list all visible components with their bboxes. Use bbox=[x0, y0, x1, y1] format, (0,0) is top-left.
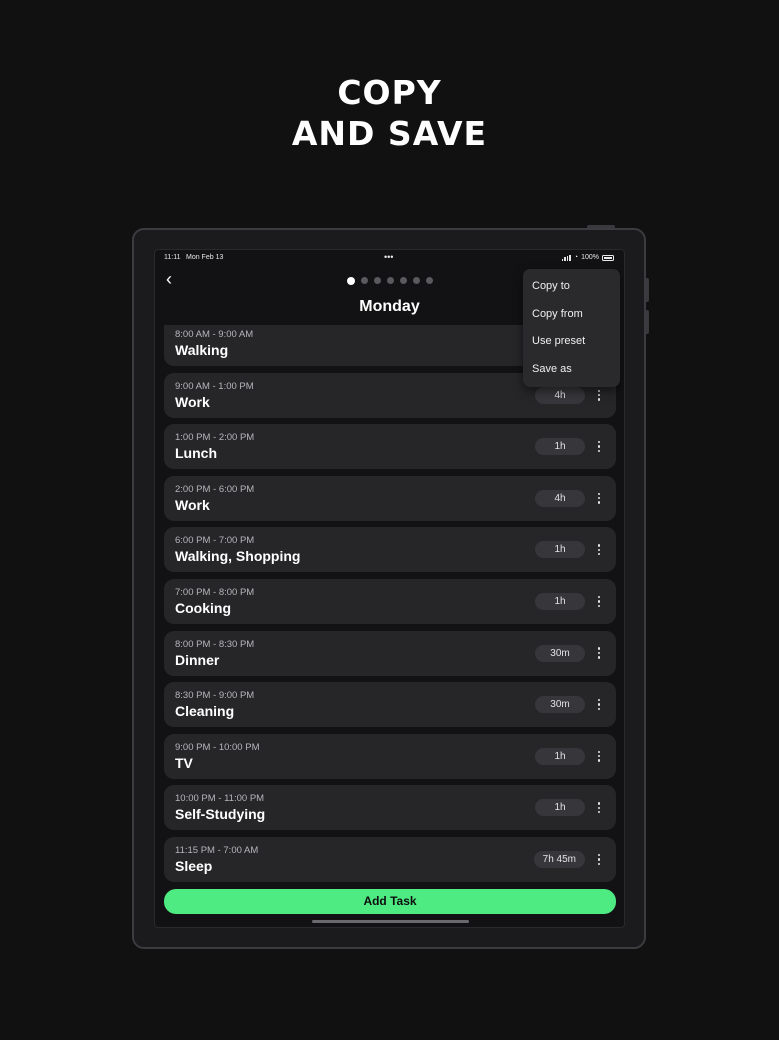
task-name: Sleep bbox=[175, 857, 213, 874]
more-options-icon[interactable] bbox=[596, 851, 602, 868]
task-time: 8:00 PM - 8:30 PM bbox=[175, 638, 255, 650]
more-options-icon[interactable] bbox=[596, 541, 602, 558]
more-options-icon[interactable] bbox=[596, 490, 602, 507]
task-name: Dinner bbox=[175, 651, 220, 668]
more-options-icon[interactable] bbox=[596, 748, 602, 765]
status-date: Mon Feb 13 bbox=[186, 254, 224, 261]
task-list: 8:00 AM - 9:00 AM Walking 9:00 AM - 1:00 P… bbox=[164, 325, 616, 889]
task-card[interactable]: 1:00 PM - 2:00 PM Lunch 1h bbox=[164, 424, 616, 470]
task-time: 6:00 PM - 7:00 PM bbox=[175, 535, 255, 547]
task-time: 8:30 PM - 9:00 PM bbox=[175, 690, 255, 702]
battery-icon bbox=[602, 254, 614, 261]
duration-badge: 30m bbox=[535, 696, 585, 714]
headline: COPY AND SAVE bbox=[0, 72, 779, 154]
duration-badge: 4h bbox=[535, 386, 585, 404]
status-time: 11:11 bbox=[164, 254, 181, 261]
page-dot[interactable] bbox=[426, 277, 433, 284]
task-name: Work bbox=[175, 393, 210, 410]
duration-badge: 1h bbox=[535, 747, 585, 765]
task-name: Work bbox=[175, 496, 210, 513]
duration-badge: 7h 45m bbox=[533, 850, 585, 868]
task-name: TV bbox=[175, 754, 193, 771]
more-options-icon[interactable] bbox=[596, 645, 602, 662]
duration-badge: 1h bbox=[535, 592, 585, 610]
task-card[interactable]: 8:00 PM - 8:30 PM Dinner 30m bbox=[164, 630, 616, 676]
signal-icon bbox=[561, 254, 571, 261]
battery-percent: 100% bbox=[581, 254, 599, 261]
options-menu: Copy to Copy from Use preset Save as bbox=[523, 269, 620, 387]
more-options-icon[interactable] bbox=[596, 438, 602, 455]
task-name: Cooking bbox=[175, 599, 231, 616]
duration-badge: 1h bbox=[535, 438, 585, 456]
task-name: Walking, Shopping bbox=[175, 548, 301, 565]
task-card[interactable]: 9:00 PM - 10:00 PM TV 1h bbox=[164, 733, 616, 779]
more-options-icon[interactable] bbox=[596, 387, 602, 404]
task-card[interactable]: 2:00 PM - 6:00 PM Work 4h bbox=[164, 475, 616, 521]
chevron-left-icon[interactable]: ‹ bbox=[166, 270, 178, 288]
page-dot[interactable] bbox=[387, 277, 394, 284]
task-time: 2:00 PM - 6:00 PM bbox=[175, 483, 255, 495]
page-dot[interactable] bbox=[374, 277, 381, 284]
duration-badge: 1h bbox=[535, 541, 585, 559]
more-options-icon[interactable] bbox=[596, 593, 602, 610]
multitask-dots-icon[interactable]: ••• bbox=[384, 252, 393, 262]
task-card[interactable]: 6:00 PM - 7:00 PM Walking, Shopping 1h bbox=[164, 527, 616, 573]
page-dot[interactable] bbox=[347, 276, 355, 285]
menu-item-copy-to[interactable]: Copy to bbox=[523, 277, 620, 305]
duration-badge: 30m bbox=[535, 644, 585, 662]
status-right: ◔ 100% bbox=[561, 254, 614, 261]
menu-item-use-preset[interactable]: Use preset bbox=[523, 332, 620, 360]
task-name: Lunch bbox=[175, 445, 217, 462]
more-options-icon[interactable] bbox=[596, 696, 602, 713]
add-task-button[interactable]: Add Task bbox=[164, 889, 616, 914]
task-time: 8:00 AM - 9:00 AM bbox=[175, 329, 254, 340]
headline-line-2: AND SAVE bbox=[291, 114, 488, 153]
task-card[interactable]: 11:15 PM - 7:00 AM Sleep 7h 45m bbox=[164, 836, 616, 882]
task-time: 1:00 PM - 2:00 PM bbox=[175, 432, 255, 444]
home-indicator[interactable] bbox=[312, 920, 469, 923]
headline-line-1: COPY bbox=[337, 73, 442, 112]
app-screen: 11:11 Mon Feb 13 ••• ◔ 100% ‹ Monday 8:0… bbox=[154, 249, 625, 928]
task-time: 10:00 PM - 11:00 PM bbox=[175, 793, 265, 805]
task-card[interactable]: 10:00 PM - 11:00 PM Self-Studying 1h bbox=[164, 785, 616, 831]
more-options-icon[interactable] bbox=[596, 799, 602, 816]
status-bar: 11:11 Mon Feb 13 ••• ◔ 100% bbox=[155, 252, 624, 264]
menu-item-save-as[interactable]: Save as bbox=[523, 360, 620, 388]
page-dot[interactable] bbox=[400, 277, 407, 284]
task-time: 7:00 PM - 8:00 PM bbox=[175, 586, 255, 598]
task-time: 9:00 AM - 1:00 PM bbox=[175, 380, 254, 392]
page-dot[interactable] bbox=[413, 277, 420, 284]
task-time: 9:00 PM - 10:00 PM bbox=[175, 741, 260, 753]
duration-badge: 4h bbox=[535, 489, 585, 507]
task-name: Walking bbox=[175, 342, 229, 358]
page-indicator[interactable] bbox=[347, 276, 433, 285]
wifi-icon: ◔ bbox=[573, 254, 579, 261]
page-dot[interactable] bbox=[361, 277, 368, 284]
task-time: 11:15 PM - 7:00 AM bbox=[175, 844, 259, 856]
task-name: Self-Studying bbox=[175, 806, 266, 823]
task-card[interactable]: 7:00 PM - 8:00 PM Cooking 1h bbox=[164, 578, 616, 624]
menu-item-copy-from[interactable]: Copy from bbox=[523, 305, 620, 333]
task-name: Cleaning bbox=[175, 703, 235, 720]
task-card[interactable]: 8:30 PM - 9:00 PM Cleaning 30m bbox=[164, 682, 616, 728]
duration-badge: 1h bbox=[535, 799, 585, 817]
